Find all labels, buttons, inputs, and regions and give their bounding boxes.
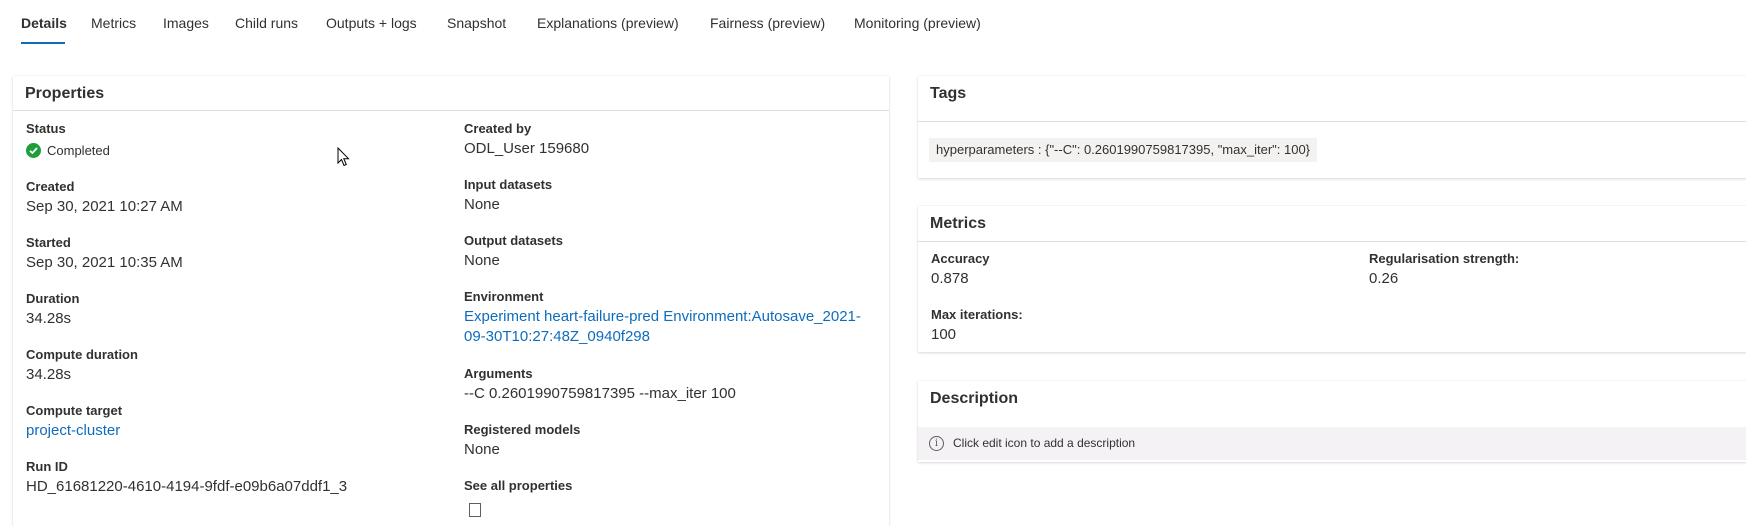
tab-monitoring[interactable]: Monitoring (preview): [854, 15, 981, 31]
status-value: Completed: [47, 143, 110, 158]
description-title: Description: [930, 390, 1019, 407]
started-label: Started: [26, 235, 71, 250]
metrics-title: Metrics: [930, 215, 987, 232]
accuracy-value: 0.878: [931, 270, 969, 287]
description-card: Description i Click edit icon to add a d…: [918, 381, 1746, 462]
info-icon: i: [929, 436, 944, 451]
input-datasets-value: None: [464, 196, 500, 213]
tab-metrics[interactable]: Metrics: [91, 15, 136, 31]
see-all-properties-label: See all properties: [464, 478, 573, 493]
compute-target-label: Compute target: [26, 403, 123, 418]
accuracy-label: Accuracy: [931, 251, 990, 266]
mouse-cursor-icon: [337, 147, 350, 167]
tab-bar: Details Metrics Images Child runs Output…: [0, 0, 1746, 48]
environment-link[interactable]: Experiment heart-failure-pred Environmen…: [464, 308, 861, 325]
arguments-value: --C 0.2601990759817395 --max_iter 100: [464, 385, 736, 402]
tab-details[interactable]: Details: [21, 15, 67, 31]
created-label: Created: [26, 179, 75, 194]
output-datasets-value: None: [464, 252, 500, 269]
status-label: Status: [26, 121, 66, 136]
created-by-value: ODL_User 159680: [464, 140, 590, 157]
started-value: Sep 30, 2021 10:35 AM: [26, 254, 183, 271]
input-datasets-label: Input datasets: [464, 177, 553, 192]
description-hint-bar: i Click edit icon to add a description: [918, 427, 1746, 460]
tab-snapshot[interactable]: Snapshot: [447, 15, 506, 31]
tab-images[interactable]: Images: [163, 15, 209, 31]
active-tab-indicator: [21, 42, 65, 44]
environment-label: Environment: [464, 289, 544, 304]
output-datasets-label: Output datasets: [464, 233, 563, 248]
regularisation-value: 0.26: [1369, 270, 1399, 287]
run-id-label: Run ID: [26, 459, 68, 474]
description-hint: Click edit icon to add a description: [953, 436, 1136, 450]
properties-divider: [13, 110, 889, 111]
environment-link-continued[interactable]: 09-30T10:27:48Z_0940f298: [464, 328, 650, 345]
tab-child-runs[interactable]: Child runs: [235, 15, 298, 31]
registered-models-value: None: [464, 441, 500, 458]
compute-duration-label: Compute duration: [26, 347, 138, 362]
check-circle-icon: [26, 143, 41, 158]
max-iterations-value: 100: [931, 326, 957, 343]
created-value: Sep 30, 2021 10:27 AM: [26, 198, 183, 215]
duration-label: Duration: [26, 291, 80, 306]
tab-explanations[interactable]: Explanations (preview): [537, 15, 679, 31]
tab-outputs-logs[interactable]: Outputs + logs: [326, 15, 417, 31]
properties-card: Properties Status Completed Created Sep …: [13, 76, 889, 526]
registered-models-label: Registered models: [464, 422, 581, 437]
run-id-value: HD_61681220-4610-4194-9fdf-e09b6a07ddf1_…: [26, 478, 348, 495]
compute-target-link[interactable]: project-cluster: [26, 422, 120, 439]
arguments-label: Arguments: [464, 366, 533, 381]
document-icon[interactable]: [469, 503, 481, 517]
compute-duration-value: 34.28s: [26, 366, 72, 383]
regularisation-label: Regularisation strength:: [1369, 251, 1520, 266]
metrics-card: Metrics Accuracy 0.878 Regularisation st…: [918, 206, 1746, 352]
tags-card: Tags hyperparameters : {"--C": 0.2601990…: [918, 76, 1746, 178]
metrics-divider: [918, 241, 1746, 242]
duration-value: 34.28s: [26, 310, 72, 327]
max-iterations-label: Max iterations:: [931, 307, 1023, 322]
properties-title: Properties: [25, 85, 105, 102]
tab-fairness[interactable]: Fairness (preview): [710, 15, 825, 31]
tags-title: Tags: [930, 85, 967, 102]
tag-chip-hyperparameters[interactable]: hyperparameters : {"--C": 0.260199075981…: [929, 138, 1318, 162]
created-by-label: Created by: [464, 121, 532, 136]
tags-divider: [918, 121, 1746, 122]
